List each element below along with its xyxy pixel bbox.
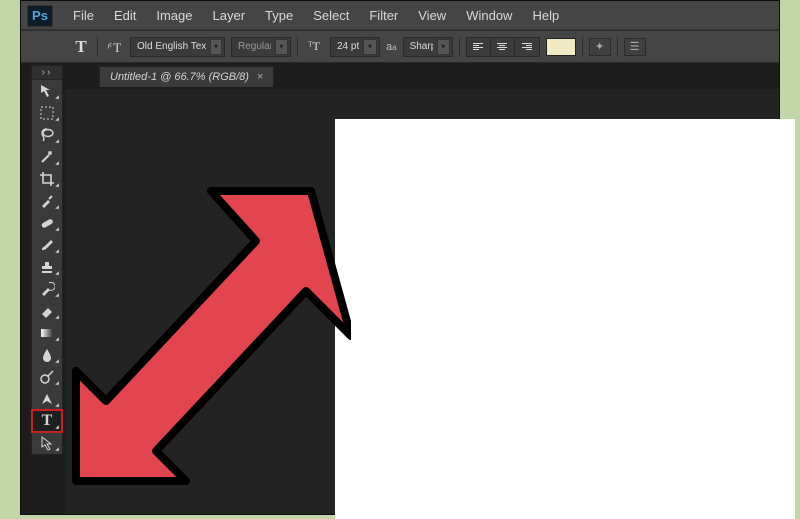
app-logo: Ps <box>27 5 53 27</box>
text-align-group <box>466 37 540 57</box>
pen-tool[interactable] <box>32 388 62 410</box>
menu-image[interactable]: Image <box>146 4 202 27</box>
text-orientation-icon[interactable]: ⸄T <box>104 38 124 56</box>
workspace <box>65 89 779 514</box>
document-tab-bar: Untitled-1 @ 66.7% (RGB/8) × <box>21 63 779 87</box>
photoshop-window: Ps FileEditImageLayerTypeSelectFilterVie… <box>20 0 780 515</box>
menu-bar: Ps FileEditImageLayerTypeSelectFilterVie… <box>21 1 779 31</box>
close-icon[interactable]: × <box>257 71 263 83</box>
document-canvas[interactable] <box>335 119 795 519</box>
crop-tool[interactable] <box>32 168 62 190</box>
menu-file[interactable]: File <box>63 4 104 27</box>
antialias-dropdown[interactable]: Sharp ▾ <box>403 37 453 57</box>
divider <box>97 37 98 57</box>
lasso-tool[interactable] <box>32 124 62 146</box>
path-select-tool[interactable] <box>32 432 62 454</box>
app-logo-text: Ps <box>32 8 48 23</box>
history-brush-tool[interactable] <box>32 278 62 300</box>
clone-stamp-tool[interactable] <box>32 256 62 278</box>
menu-select[interactable]: Select <box>303 4 359 27</box>
chevron-down-icon: ▾ <box>363 39 377 55</box>
tools-panel: ›› T <box>31 65 63 455</box>
type-tool[interactable]: T <box>32 410 62 432</box>
font-style-value: Regular <box>238 41 271 52</box>
chevron-down-icon: ▾ <box>437 39 450 55</box>
menu-window[interactable]: Window <box>456 4 522 27</box>
blur-tool[interactable] <box>32 344 62 366</box>
dodge-tool[interactable] <box>32 366 62 388</box>
gradient-tool[interactable] <box>32 322 62 344</box>
font-style-dropdown[interactable]: Regular ▾ <box>231 37 291 57</box>
healing-brush-tool[interactable] <box>32 212 62 234</box>
font-size-dropdown[interactable]: 24 pt ▾ <box>330 37 380 57</box>
divider <box>297 37 298 57</box>
character-panel-button[interactable]: ☰ <box>624 38 646 56</box>
type-tool-indicator-icon: T <box>71 37 91 57</box>
font-family-value: Old English Text… <box>137 41 206 52</box>
font-size-icon: ᵀT <box>304 39 324 54</box>
tools-panel-grip[interactable]: ›› <box>32 66 62 80</box>
divider <box>582 37 583 57</box>
align-center-button[interactable] <box>491 38 515 56</box>
marquee-tool[interactable] <box>32 102 62 124</box>
menu-edit[interactable]: Edit <box>104 4 146 27</box>
move-tool[interactable] <box>32 80 62 102</box>
font-family-dropdown[interactable]: Old English Text… ▾ <box>130 37 225 57</box>
menu-layer[interactable]: Layer <box>203 4 256 27</box>
divider <box>459 37 460 57</box>
align-left-button[interactable] <box>467 38 491 56</box>
menu-type[interactable]: Type <box>255 4 303 27</box>
options-bar: T ⸄T Old English Text… ▾ Regular ▾ ᵀT 24… <box>21 31 779 63</box>
warp-text-button[interactable]: ✦ <box>589 38 611 56</box>
eraser-tool[interactable] <box>32 300 62 322</box>
divider <box>617 37 618 57</box>
menu-filter[interactable]: Filter <box>359 4 408 27</box>
quick-select-tool[interactable] <box>32 146 62 168</box>
menu-view[interactable]: View <box>408 4 456 27</box>
chevron-down-icon: ▾ <box>210 39 222 55</box>
font-size-value: 24 pt <box>337 41 359 52</box>
document-tab-title: Untitled-1 @ 66.7% (RGB/8) <box>110 71 249 83</box>
menu-help[interactable]: Help <box>522 4 569 27</box>
eyedropper-tool[interactable] <box>32 190 62 212</box>
text-color-swatch[interactable] <box>546 38 576 56</box>
brush-tool[interactable] <box>32 234 62 256</box>
antialias-value: Sharp <box>410 41 433 52</box>
align-right-button[interactable] <box>515 38 539 56</box>
antialias-label: aa <box>386 41 397 53</box>
document-tab[interactable]: Untitled-1 @ 66.7% (RGB/8) × <box>99 66 274 87</box>
chevron-down-icon: ▾ <box>275 39 288 55</box>
